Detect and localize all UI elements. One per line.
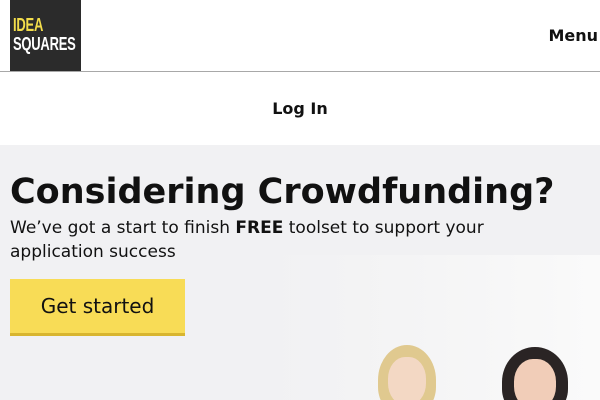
login-bar: Log In <box>0 72 600 145</box>
hero-subtext-free: FREE <box>235 218 284 238</box>
hero-subtext: We’ve got a start to finish FREE toolset… <box>10 216 570 264</box>
top-navigation-bar: IDEA SQUARES Menu <box>0 0 600 72</box>
logo-line-2: SQUARES <box>13 34 76 54</box>
menu-button[interactable]: Menu <box>548 26 598 45</box>
hero-person-left-face <box>388 357 426 400</box>
login-link[interactable]: Log In <box>272 99 328 118</box>
hero-section: Considering Crowdfunding? We’ve got a st… <box>0 145 600 400</box>
idea-squares-logo[interactable]: IDEA SQUARES <box>10 0 81 71</box>
hero-person-right-face <box>514 359 556 400</box>
hero-subtext-start: We’ve got a start to finish <box>10 218 236 238</box>
logo-line-1: IDEA <box>13 15 44 35</box>
hero-headline: Considering Crowdfunding? <box>10 172 555 212</box>
get-started-button[interactable]: Get started <box>10 279 185 336</box>
